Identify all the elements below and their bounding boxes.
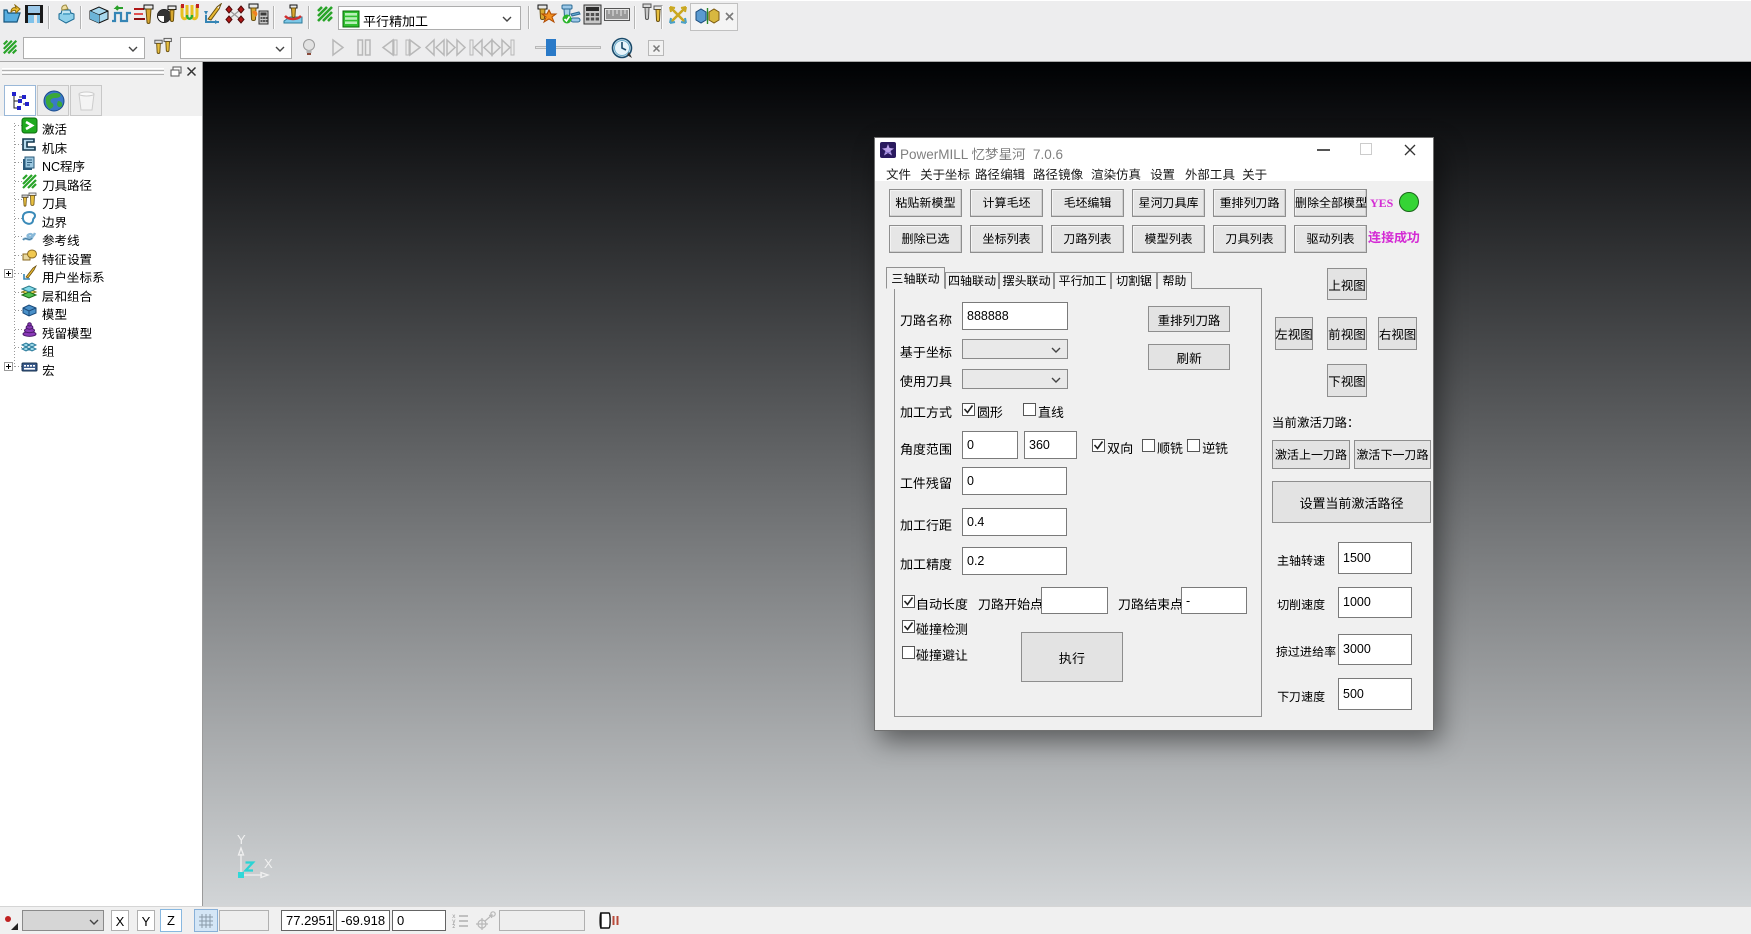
svg-text:z: z: [452, 923, 456, 930]
